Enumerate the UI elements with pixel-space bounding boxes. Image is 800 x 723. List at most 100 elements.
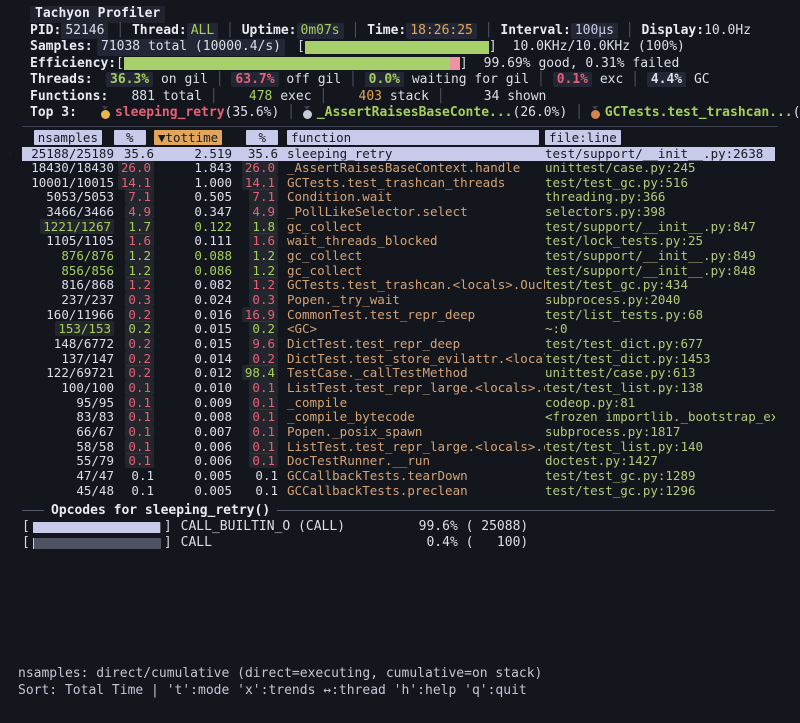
cell-nsamples: 45/48	[22, 484, 114, 499]
column-header-fileline[interactable]: file:line	[545, 130, 775, 145]
column-header-label: %	[114, 130, 146, 145]
cell-pct-direct: 1.2	[114, 264, 154, 279]
cell-nsamples: 18430/18430	[22, 161, 114, 176]
pct-direct-value: 14.1	[118, 175, 154, 190]
thread-stat-value: 36.3%	[106, 72, 153, 87]
table-row[interactable]: 153/1530.20.0150.2<GC>~:0	[22, 322, 775, 337]
table-row[interactable]: 816/8681.20.0821.2GCTests.test_trashcan.…	[22, 278, 775, 293]
top3-function-pct: (14.1%)	[793, 105, 800, 122]
table-row[interactable]: 18430/1843026.01.84326.0_AssertRaisesBas…	[22, 161, 775, 176]
opcode-pct-bar-fill	[33, 522, 160, 533]
column-header-function[interactable]: function	[278, 130, 545, 145]
cell-tottime: 0.111	[154, 234, 232, 249]
opcode-bar-close-bracket: ]	[164, 519, 172, 535]
function-name: CommonTest.test_repr_deep	[287, 308, 475, 322]
cell-file-line: selectors.py:398	[545, 205, 775, 220]
pct-cumulative-value: 98.4	[242, 365, 278, 380]
pct-cumulative-value: 0.1	[255, 468, 278, 483]
cell-file-line: subprocess.py:1817	[545, 425, 775, 440]
table-row[interactable]: 137/1470.20.0140.2DictTest.test_store_ev…	[22, 352, 775, 367]
table-row[interactable]: 876/8761.20.0881.2gc_collecttest/support…	[22, 249, 775, 264]
pct-cumulative-value: 0.1	[249, 424, 278, 439]
cell-pct-direct: 1.7	[114, 220, 154, 235]
table-row[interactable]: 47/470.10.0050.1GCCallbackTests.tearDown…	[22, 469, 775, 484]
header-section: Tachyon Profiler PID: 52146 │ Thread: AL…	[0, 0, 800, 122]
cell-tottime: 0.014	[154, 352, 232, 367]
thread-stat-value: 63.7%	[231, 72, 278, 87]
table-row[interactable]: 58/580.10.0060.1ListTest.test_repr_large…	[22, 440, 775, 455]
cell-pct-cumulative: 9.6	[232, 337, 278, 352]
cell-tottime: 0.347	[154, 205, 232, 220]
file-line-value: test/test_list.py:140	[545, 440, 703, 454]
cell-pct-cumulative: 14.1	[232, 176, 278, 191]
table-row[interactable]: 10001/1001514.11.00014.1GCTests.test_tra…	[22, 176, 775, 191]
cell-pct-cumulative: 4.9	[232, 205, 278, 220]
separator-dash	[277, 510, 775, 511]
cell-file-line: subprocess.py:2040	[545, 293, 775, 308]
file-line-value: test/support/__init__.py:847	[545, 220, 756, 234]
pct-direct-value: 1.7	[125, 219, 154, 234]
file-line-value: ~:0	[545, 322, 568, 336]
stat-label: PID:	[30, 23, 61, 40]
cell-pct-cumulative: 7.1	[232, 190, 278, 205]
nsamples-value: 5053/5053	[46, 189, 114, 204]
tottime-value: 0.009	[194, 395, 232, 410]
cell-file-line: unittest/case.py:613	[545, 366, 775, 381]
nsamples-value: 876/876	[61, 248, 114, 263]
separator: │	[218, 23, 241, 40]
top3-function-pct: (26.0%)	[513, 105, 568, 122]
table-row[interactable]: 5053/50537.10.5057.1Condition.waitthread…	[22, 190, 775, 205]
cell-pct-cumulative: 1.2	[232, 278, 278, 293]
table-row[interactable]: 237/2370.30.0240.3Popen._try_waitsubproc…	[22, 293, 775, 308]
cell-pct-cumulative: 1.2	[232, 249, 278, 264]
nsamples-value: 10001/10015	[31, 175, 114, 190]
tottime-value: 0.015	[194, 336, 232, 351]
table-row[interactable]: 66/670.10.0070.1Popen._posix_spawnsubpro…	[22, 425, 775, 440]
function-name: DictTest.test_store_evilattr.<local...	[287, 352, 545, 366]
table-row[interactable]: 160/119660.20.01616.9CommonTest.test_rep…	[22, 308, 775, 323]
cell-tottime: 0.086	[154, 264, 232, 279]
file-line-value: test/test_gc.py:434	[545, 278, 688, 292]
stat-value: 0m07s	[297, 23, 344, 40]
column-header-tottime[interactable]: ▼tottime	[154, 130, 232, 145]
cell-function: ListTest.test_repr_large.<locals>.c...	[278, 440, 545, 455]
cell-function: DocTestRunner.__run	[278, 454, 545, 469]
table-row[interactable]: 148/67720.20.0159.6DictTest.test_repr_de…	[22, 337, 775, 352]
column-header-nsamples[interactable]: nsamples	[22, 130, 114, 145]
column-header-[interactable]: %	[232, 130, 278, 145]
separator: │	[202, 89, 225, 104]
table-row[interactable]: 856/8561.20.0861.2gc_collecttest/support…	[22, 264, 775, 279]
column-header-[interactable]: %	[114, 130, 154, 145]
pct-direct-value: 1.2	[125, 263, 154, 278]
table-row[interactable]: 95/950.10.0090.1_compilecodeop.py:81	[22, 396, 775, 411]
pct-cumulative-value: 26.0	[242, 160, 278, 175]
table-row[interactable]: 3466/34664.90.3474.9_PollLikeSelector.se…	[22, 205, 775, 220]
cell-tottime: 0.122	[154, 220, 232, 235]
nsamples-value: 45/48	[76, 483, 114, 498]
tottime-value: 0.082	[194, 277, 232, 292]
table-row[interactable]: 1221/12671.70.1221.8gc_collecttest/suppo…	[22, 220, 775, 235]
function-stat-label: shown	[507, 89, 546, 104]
threads-line: Threads: 36.3% on gil │ 63.7% off gil │ …	[30, 72, 800, 89]
table-row[interactable]: 122/697210.20.01298.4TestCase._callTestM…	[22, 366, 775, 381]
table-row[interactable]: 83/830.10.0080.1_compile_bytecode<frozen…	[22, 410, 775, 425]
table-row-selected[interactable]: ▶25188/2518935.62.51935.6sleeping_retryt…	[22, 147, 775, 162]
pct-direct-value: 0.1	[125, 439, 154, 454]
stat-label: Time:	[367, 23, 406, 40]
pct-direct-value: 0.2	[125, 351, 154, 366]
table-row[interactable]: 1105/11051.60.1111.6wait_threads_blocked…	[22, 234, 775, 249]
table-row[interactable]: 55/790.10.0060.1DocTestRunner.__rundocte…	[22, 454, 775, 469]
table-row[interactable]: 45/480.10.0050.1GCCallbackTests.preclean…	[22, 484, 775, 499]
function-name: sleeping_retry	[287, 147, 392, 161]
file-line-value: threading.py:366	[545, 190, 665, 204]
cell-pct-direct: 0.2	[114, 337, 154, 352]
top3-list: sleeping_retry (35.6%) │ _AssertRaisesBa…	[101, 105, 800, 122]
separator: │	[529, 72, 552, 87]
cell-nsamples: 1221/1267	[22, 220, 114, 235]
opcodes-list: []CALL_BUILTIN_O (CALL)99.6% ( 25088)[]C…	[0, 519, 800, 551]
file-line-value: unittest/case.py:245	[545, 161, 696, 175]
opcode-bar-close-bracket: ]	[164, 535, 172, 551]
table-row[interactable]: 100/1000.10.0100.1ListTest.test_repr_lar…	[22, 381, 775, 396]
sort-indicator-label: ▼tottime	[154, 130, 222, 145]
cell-pct-direct: 0.1	[114, 381, 154, 396]
